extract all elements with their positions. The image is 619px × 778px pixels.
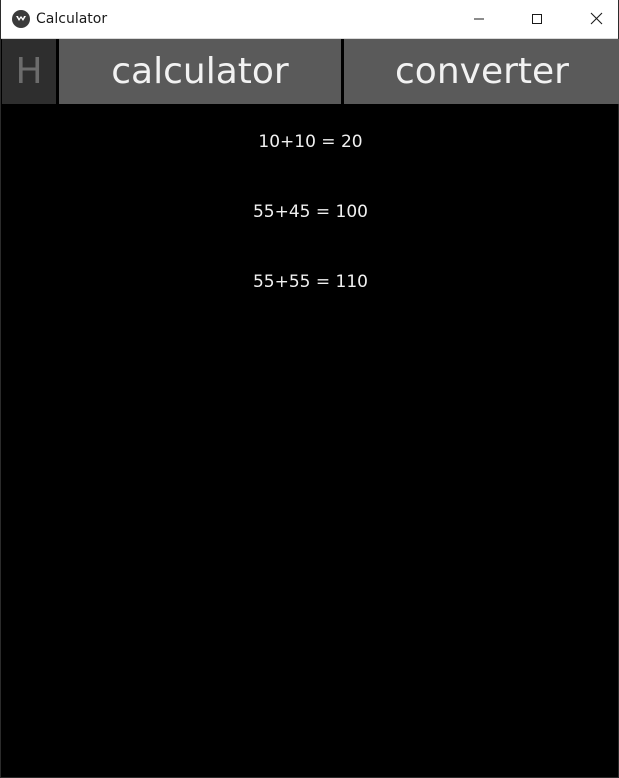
title-bar[interactable]: Calculator: [1, 0, 618, 39]
close-button[interactable]: [573, 0, 619, 38]
tab-history-label: H: [15, 51, 43, 92]
maximize-button[interactable]: [514, 0, 560, 38]
history-item: 55+45 = 100: [252, 202, 368, 222]
close-icon: [590, 10, 603, 29]
tab-converter-label: converter: [395, 51, 569, 92]
tab-calculator-label: calculator: [111, 51, 289, 92]
tab-history[interactable]: H: [2, 39, 56, 104]
history-item: 55+55 = 110: [252, 272, 368, 292]
minimize-icon: [473, 10, 485, 29]
tab-bar: H calculator converter: [1, 39, 619, 104]
tab-converter[interactable]: converter: [344, 39, 619, 104]
kivy-logo-icon: [12, 10, 30, 28]
window-title: Calculator: [36, 11, 108, 27]
app-window: Calculator H calculator converter 10+10 …: [0, 0, 619, 778]
maximize-icon: [531, 10, 543, 29]
minimize-button[interactable]: [456, 0, 502, 38]
history-item: 10+10 = 20: [258, 132, 363, 152]
history-list: 10+10 = 20 55+45 = 100 55+55 = 110: [1, 104, 619, 778]
tab-calculator[interactable]: calculator: [59, 39, 341, 104]
